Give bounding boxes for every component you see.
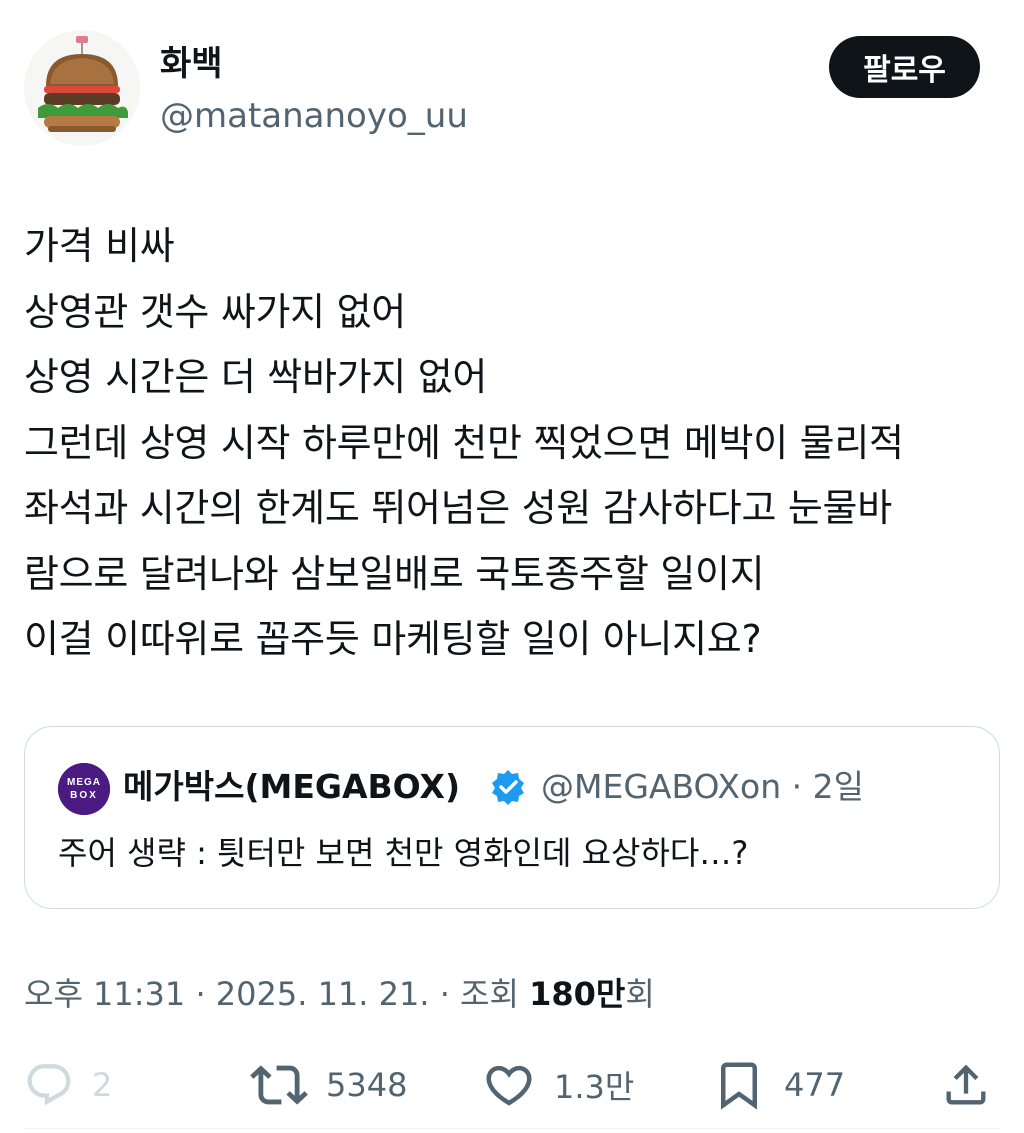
bookmark-button[interactable]: 477 [712, 1050, 845, 1120]
svg-text:BOX: BOX [70, 790, 98, 801]
tweet-line: 가격 비싸 [24, 224, 175, 268]
author-handle[interactable]: @matananoyo_uu [160, 94, 468, 138]
reply-button[interactable]: 2 [24, 1050, 112, 1120]
quoted-tweet-card[interactable]: MEGA BOX 메가박스(MEGABOX) @MEGABOXon · 2일 주… [24, 726, 1000, 909]
verified-badge-icon [489, 768, 527, 806]
heart-icon [486, 1065, 532, 1106]
tweet-line: 좌석과 시간의 한계도 뛰어넘은 성원 감사하다고 눈물바 [24, 486, 892, 530]
retweet-count: 5348 [326, 1066, 408, 1104]
tweet-line: 상영관 갯수 싸가지 없어 [24, 289, 406, 334]
retweet-button[interactable]: 5348 [250, 1050, 407, 1120]
tweet-line: 이걸 이따위로 꼽주듯 마케팅할 일이 아니지요? [24, 617, 762, 661]
svg-text:MEGA: MEGA [67, 777, 101, 788]
quote-author-name[interactable]: 메가박스(MEGABOX) [123, 765, 460, 809]
reply-icon [27, 1064, 71, 1106]
divider [24, 1128, 1000, 1129]
view-count: 180만 [529, 975, 626, 1013]
share-button[interactable] [940, 1050, 992, 1120]
bookmark-count: 477 [784, 1066, 846, 1104]
bookmark-icon [721, 1062, 757, 1110]
tweet-line: 상영 시간은 더 싹바가지 없어 [24, 355, 488, 399]
author-display-name[interactable]: 화백 [160, 42, 223, 86]
follow-button[interactable]: 팔로우 [829, 36, 980, 98]
tweet-line: 그런데 상영 시작 하루만에 천만 찍었으면 메박이 물리적 [24, 420, 904, 465]
action-bar: 2 5348 1.3만 477 [0, 1050, 1024, 1120]
like-count: 1.3만 [554, 1068, 635, 1106]
like-button[interactable]: 1.3만 [482, 1050, 634, 1120]
tweet-line: 람으로 달려나와 삼보일배로 국토종주할 일이지 [24, 551, 765, 596]
quote-author-handle-time[interactable]: @MEGABOXon · 2일 [541, 765, 864, 809]
retweet-icon [250, 1065, 308, 1105]
timestamp[interactable]: 오후 11:31 · 2025. 11. 21. · 조회 [24, 975, 529, 1013]
quote-text: 주어 생략 : 틧터만 보면 천만 영화인데 요상하다…? [58, 834, 749, 872]
tweet-meta: 오후 11:31 · 2025. 11. 21. · 조회 180만회 [24, 972, 655, 1016]
tweet-text: 가격 비싸 상영관 갯수 싸가지 없어 상영 시간은 더 싹바가지 없어 그런데… [24, 214, 1004, 673]
share-icon [946, 1064, 986, 1105]
tweet-header: 화백 @matananoyo_uu 팔로우 [0, 0, 1024, 170]
reply-count: 2 [92, 1066, 113, 1104]
megabox-logo-icon[interactable]: MEGA BOX [58, 763, 110, 815]
view-count-suffix: 회 [625, 975, 655, 1013]
hamburger-avatar-icon[interactable] [24, 30, 140, 146]
